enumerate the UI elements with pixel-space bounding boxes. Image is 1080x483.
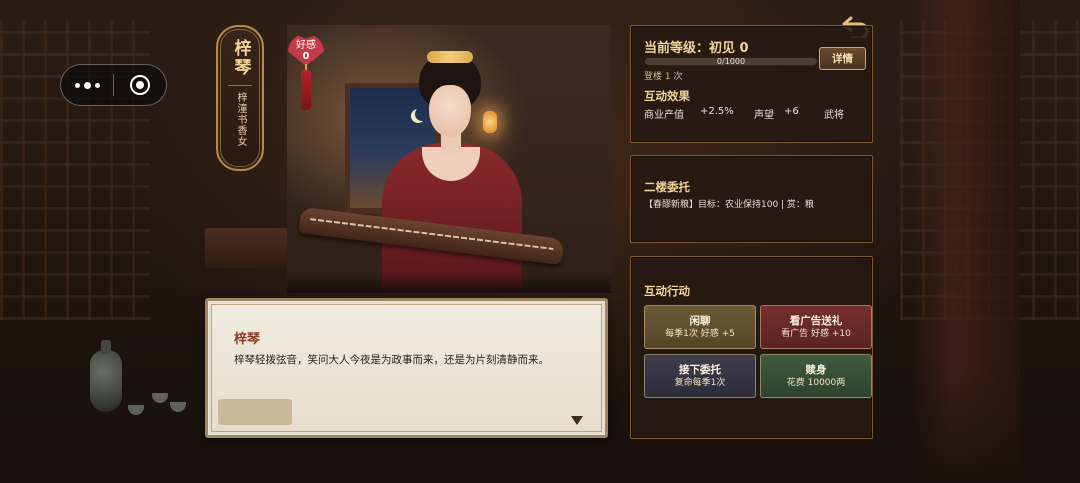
effects-title: 互动效果 bbox=[644, 89, 690, 103]
next-arrow-icon[interactable] bbox=[571, 416, 583, 425]
entrust-panel: 二楼委托 【春醪新粮】目标：农业保持100 | 赏：粮 bbox=[630, 155, 873, 243]
effect-item: 武将 bbox=[824, 110, 844, 121]
character-face bbox=[429, 85, 471, 137]
side-table bbox=[205, 228, 297, 268]
redeem-button[interactable]: 赎身 花费 10000两 bbox=[760, 354, 872, 398]
seal-decoration bbox=[218, 399, 292, 425]
favor-badge: 好感 0 bbox=[288, 34, 324, 68]
effect-item: +2.5% bbox=[700, 106, 734, 117]
tassel-decoration bbox=[301, 64, 311, 110]
effect-item: 商业产值 bbox=[644, 110, 684, 121]
details-button[interactable]: 详情 bbox=[819, 47, 866, 70]
redeem-label: 赎身 bbox=[805, 363, 827, 376]
redeem-sub: 花费 10000两 bbox=[786, 377, 846, 388]
character-name: 梓琴 bbox=[230, 39, 251, 77]
effect-item: 声望 bbox=[754, 110, 774, 121]
dialogue-speaker: 梓琴 bbox=[234, 332, 261, 347]
accept-entrust-button[interactable]: 接下委托 复命每季1次 bbox=[644, 354, 756, 398]
character-portrait bbox=[287, 25, 611, 293]
ad-gift-button[interactable]: 看广告送礼 看广告 好感 +10 bbox=[760, 305, 872, 349]
more-dots-icon bbox=[74, 81, 100, 89]
chat-label: 闲聊 bbox=[689, 314, 711, 327]
chat-button[interactable]: 闲聊 每季1次 好感 +5 bbox=[644, 305, 756, 349]
entrust-text: 【春醪新粮】目标：农业保持100 | 赏：粮 bbox=[644, 200, 814, 210]
status-panel: 当前等级：初见 0 0/1000 登楼 1 次 详情 互动效果 商业产值 +2.… bbox=[630, 25, 873, 143]
close-miniprogram-button[interactable] bbox=[114, 65, 166, 105]
hairpin bbox=[427, 51, 473, 63]
heart-icon: 好感 0 bbox=[288, 34, 324, 66]
moon bbox=[415, 107, 429, 121]
exp-text: 0/1000 bbox=[716, 57, 746, 66]
more-button[interactable] bbox=[61, 65, 113, 105]
lantern bbox=[483, 111, 497, 133]
actions-title: 互动行动 bbox=[644, 284, 690, 298]
character-title: 梓潼书香女 bbox=[235, 92, 246, 147]
vase-decoration bbox=[90, 340, 122, 412]
gift-label: 看广告送礼 bbox=[789, 314, 843, 327]
effect-item: +6 bbox=[784, 106, 799, 117]
entrust-title: 二楼委托 bbox=[644, 180, 690, 194]
actions-panel: 互动行动 闲聊 每季1次 好感 +5 看广告送礼 看广告 好感 +10 接下委托… bbox=[630, 256, 873, 439]
character-name-scroll: 梓琴 梓潼书香女 bbox=[216, 25, 264, 171]
gift-sub: 看广告 好感 +10 bbox=[781, 328, 851, 339]
level-text: 当前等级：初见 0 bbox=[644, 41, 749, 56]
favor-label: 好感 bbox=[296, 40, 316, 51]
task-sub: 复命每季1次 bbox=[674, 377, 726, 388]
target-circle-icon bbox=[130, 75, 150, 95]
chat-sub: 每季1次 好感 +5 bbox=[665, 328, 735, 339]
visit-count: 登楼 1 次 bbox=[644, 72, 683, 82]
effects-list: 商业产值 +2.5% 声望 +6 武将 bbox=[644, 106, 844, 121]
favor-value: 0 bbox=[302, 51, 310, 62]
task-label: 接下委托 bbox=[679, 363, 721, 376]
dialogue-text: 梓琴轻拨弦音，笑问大人今夜是为政事而来，还是为片刻清静而来。 bbox=[234, 354, 549, 366]
dialogue-box[interactable]: 梓琴 梓琴轻拨弦音，笑问大人今夜是为政事而来，还是为片刻清静而来。 bbox=[205, 298, 608, 438]
capsule-menu bbox=[60, 64, 167, 106]
